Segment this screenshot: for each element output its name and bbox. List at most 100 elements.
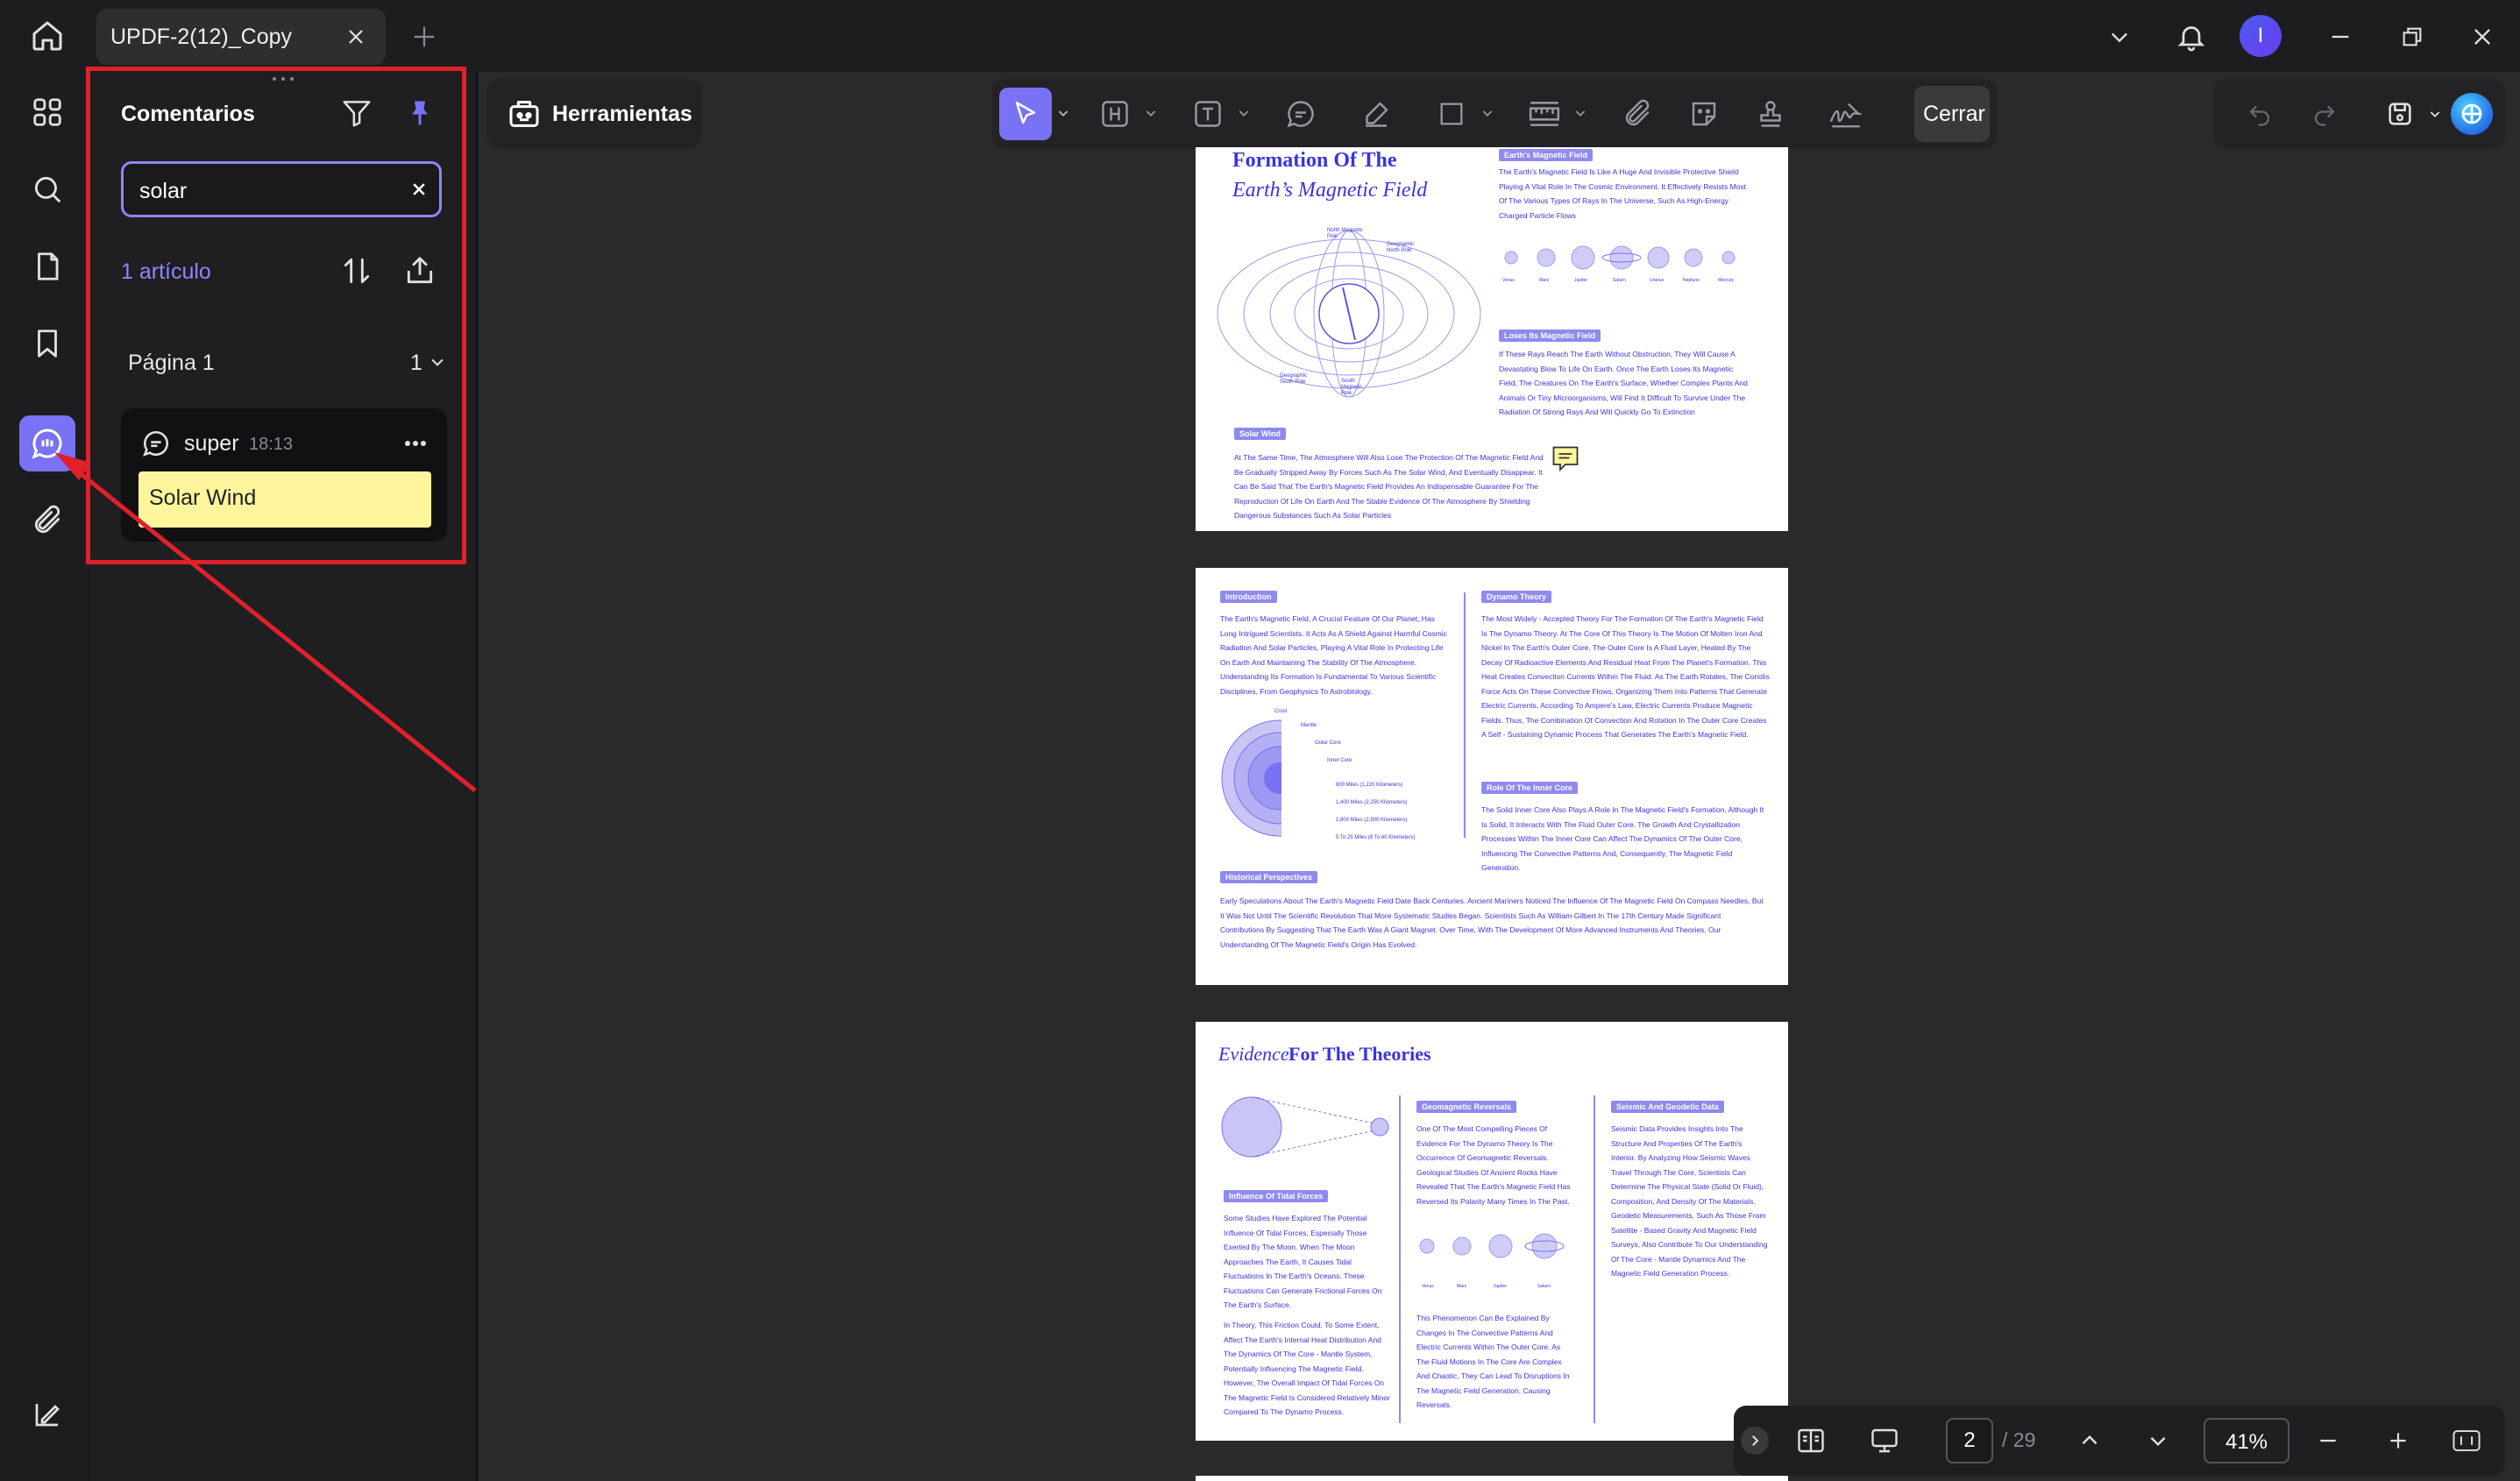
presentation-icon[interactable] <box>1865 1421 1904 1460</box>
signature-icon[interactable] <box>1820 88 1872 140</box>
layers-icon[interactable] <box>19 1386 75 1442</box>
page3-title-rest: For The Theories <box>1288 1043 1431 1065</box>
planet-label: Uranus <box>1650 278 1665 283</box>
planets-diagram <box>1419 1233 1565 1259</box>
text-box-icon[interactable] <box>1182 88 1234 140</box>
current-page-input[interactable] <box>1946 1418 1993 1463</box>
chevron-down-icon[interactable] <box>2100 18 2139 56</box>
left-rail <box>0 72 89 1481</box>
section-text: At The Same Time, The Atmosphere Will Al… <box>1234 453 1544 520</box>
page1-subtitle: Earth’s Magnetic Field <box>1232 179 1428 202</box>
document-page-4[interactable] <box>1196 1476 1788 1481</box>
collapse-arrow-icon[interactable] <box>1741 1427 1769 1455</box>
redo-icon[interactable] <box>2305 95 2344 133</box>
page-layout-icon[interactable] <box>1792 1421 1830 1460</box>
page1-title: Formation Of The <box>1232 149 1397 172</box>
highlight-text-icon[interactable] <box>1089 88 1141 140</box>
section-heading: Earth's Magnetic Field <box>1499 149 1594 161</box>
measure-ruler-icon[interactable] <box>1518 88 1571 140</box>
annotation-toolbar: Cerrar <box>992 79 1997 149</box>
section-text: Some Studies Have Explored The Potential… <box>1224 1214 1382 1309</box>
depth-label: 5 To 25 Miles (8 To 40 Kilometers) <box>1336 835 1416 840</box>
attachment-icon[interactable] <box>19 492 75 549</box>
column-divider <box>1594 1095 1595 1423</box>
tools-button[interactable]: Herramientas <box>487 79 701 149</box>
section-text: The Most Widely - Accepted Theory For Th… <box>1481 614 1770 739</box>
section-text: The Earth's Magnetic Field, A Crucial Fe… <box>1220 614 1447 696</box>
close-window-icon[interactable] <box>2463 18 2502 56</box>
layer-label: Crust <box>1274 709 1288 714</box>
section-heading: Geomagnetic Reversals <box>1416 1101 1517 1113</box>
document-page-2[interactable]: Introduction The Earth's Magnetic Field,… <box>1196 568 1788 985</box>
chevron-down-icon[interactable] <box>1234 103 1253 123</box>
avatar[interactable]: I <box>2240 15 2282 57</box>
section-heading: Influence Of Tidal Forces <box>1224 1190 1329 1202</box>
section-text: Early Speculations About The Earth's Mag… <box>1220 896 1764 949</box>
zoom-out-icon[interactable] <box>2311 1423 2346 1458</box>
new-tab-icon[interactable] <box>405 18 444 56</box>
actual-size-icon[interactable] <box>2449 1423 2484 1458</box>
sticky-note-icon[interactable] <box>1550 443 1581 475</box>
stamp-icon[interactable] <box>1744 88 1797 140</box>
document-tab[interactable]: UPDF-2(12)_Copy <box>96 9 386 65</box>
total-pages: / 29 <box>2002 1428 2036 1451</box>
section-heading: Introduction <box>1220 591 1277 603</box>
zoom-level: 41% <box>2225 1430 2268 1454</box>
chevron-down-icon[interactable] <box>1571 103 1590 123</box>
chevron-down-icon[interactable] <box>1141 103 1161 123</box>
zoom-in-icon[interactable] <box>2381 1423 2416 1458</box>
section-text: The Earth's Magnetic Field Is Like A Hug… <box>1499 167 1747 220</box>
search-icon[interactable] <box>19 161 75 217</box>
sticker-icon[interactable] <box>1678 88 1730 140</box>
diagram-label: North Magnetic Pole <box>1327 228 1363 239</box>
chevron-down-icon[interactable] <box>1478 103 1497 123</box>
section-text: The Solid Inner Core Also Plays A Role I… <box>1481 805 1764 872</box>
close-tab-icon[interactable] <box>338 19 373 54</box>
section-text: Seismic Data Provides Insights Into The … <box>1611 1124 1768 1278</box>
avatar-initial: I <box>2257 24 2264 47</box>
undo-icon[interactable] <box>2240 95 2279 133</box>
chevron-down-icon[interactable] <box>1054 103 1073 123</box>
page-icon[interactable] <box>19 238 75 294</box>
planet-label: Neptune <box>1683 278 1700 283</box>
notification-bell-icon[interactable] <box>2170 16 2212 58</box>
home-icon[interactable] <box>23 14 72 58</box>
right-toolbar <box>2214 79 2505 149</box>
section-text: If These Rays Reach The Earth Without Ob… <box>1499 350 1748 416</box>
comment-note-icon[interactable] <box>1274 88 1327 140</box>
attach-file-icon[interactable] <box>1611 88 1664 140</box>
pencil-icon[interactable] <box>1350 88 1402 140</box>
minimize-icon[interactable] <box>2321 18 2360 56</box>
close-tools-button[interactable]: Cerrar <box>1914 86 1990 142</box>
column-divider <box>1399 1095 1401 1423</box>
previous-page-icon[interactable] <box>2072 1423 2107 1458</box>
depth-label: 1,800 Miles (2,900 Kilometers) <box>1336 818 1408 823</box>
zoom-level-box[interactable]: 41% <box>2204 1418 2289 1463</box>
tools-label: Herramientas <box>552 102 692 126</box>
next-page-icon[interactable] <box>2140 1423 2176 1458</box>
title-bar: UPDF-2(12)_Copy I <box>0 0 2520 72</box>
save-icon[interactable] <box>2381 95 2419 133</box>
depth-label: 800 Miles (1,220 Kilometers) <box>1336 783 1403 788</box>
document-page-3[interactable]: Evidence For The Theories Influence Of T… <box>1196 1022 1788 1441</box>
planet-label: Mercury <box>1718 278 1735 283</box>
depth-label: 1,400 Miles (2,250 Kilometers) <box>1336 800 1408 805</box>
comments-icon[interactable] <box>19 415 75 471</box>
close-tools-label: Cerrar <box>1923 102 1985 126</box>
ai-assistant-icon[interactable] <box>2451 93 2493 135</box>
restore-window-icon[interactable] <box>2393 18 2431 56</box>
planet-label: Mars <box>1457 1284 1467 1289</box>
thumbnails-icon[interactable] <box>19 84 75 140</box>
document-page-1[interactable]: Formation Of The Earth’s Magnetic Field … <box>1196 147 1788 531</box>
section-text: This Phenomenon Can Be Explained By Chan… <box>1416 1314 1570 1409</box>
chevron-down-icon[interactable] <box>2424 103 2445 124</box>
bookmark-icon[interactable] <box>19 315 75 372</box>
planet-label: Saturn <box>1613 278 1626 283</box>
diagram-label: South Magnetic Pole <box>1341 379 1363 396</box>
toolbox-icon <box>505 95 543 133</box>
planet-label: Saturn <box>1537 1284 1551 1289</box>
rectangle-shape-icon[interactable] <box>1425 88 1478 140</box>
diagram-label: Geographic North Pole <box>1387 242 1415 253</box>
page3-title-italic: Evidence <box>1218 1043 1289 1065</box>
select-cursor-icon[interactable] <box>999 88 1052 140</box>
